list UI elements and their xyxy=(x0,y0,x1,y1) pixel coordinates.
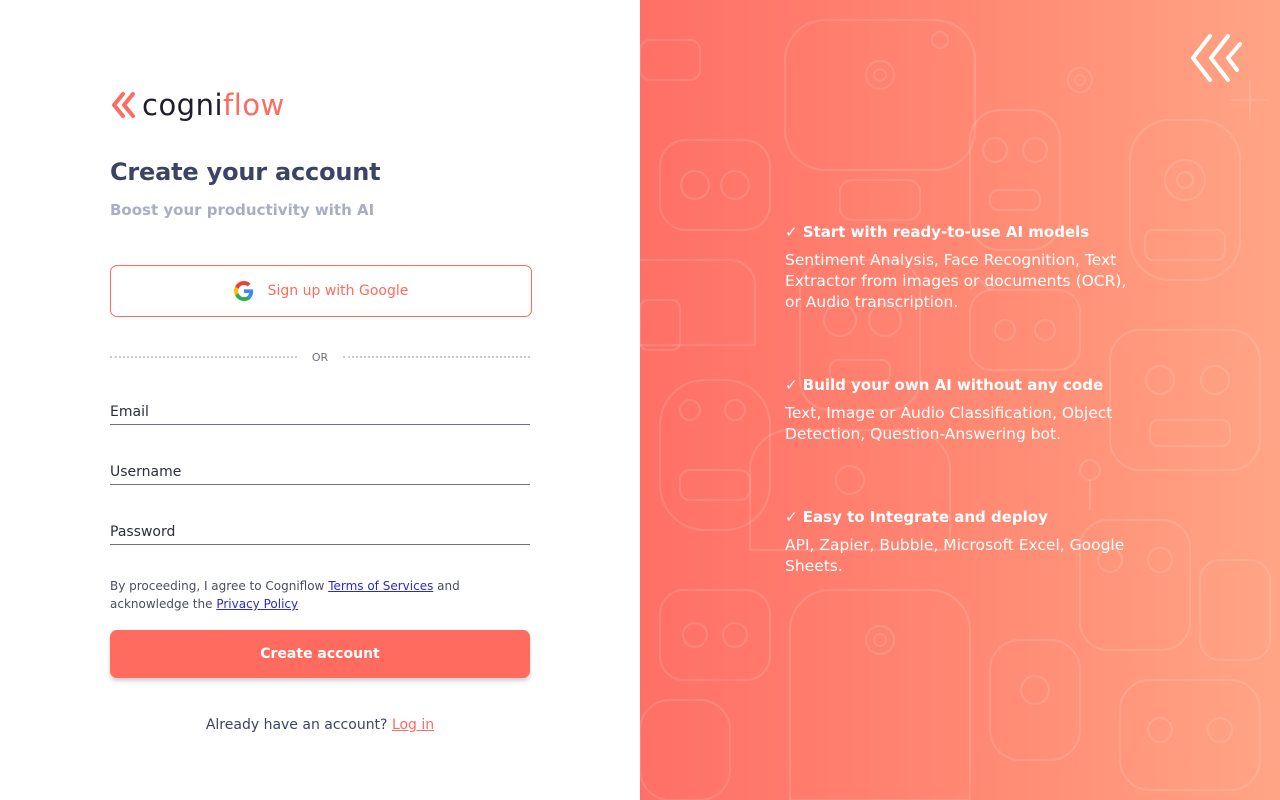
logo-text-part2: flow xyxy=(223,88,285,122)
google-icon xyxy=(233,281,253,301)
divider-line-right xyxy=(343,356,530,358)
username-field[interactable] xyxy=(110,459,530,484)
email-field-wrapper xyxy=(110,399,530,425)
feature-title: ✓ Build your own AI without any code xyxy=(785,376,1104,394)
create-account-button[interactable]: Create account xyxy=(110,630,530,678)
email-field[interactable] xyxy=(110,399,530,424)
cogniflow-outline-icon xyxy=(1191,34,1242,82)
terms-text: By proceeding, I agree to Cogniflow Term… xyxy=(110,577,510,613)
privacy-policy-link[interactable]: Privacy Policy xyxy=(216,597,298,611)
page-subtitle: Boost your productivity with AI xyxy=(110,201,375,219)
page-title: Create your account xyxy=(110,158,381,186)
feature-description: Sentiment Analysis, Face Recognition, Te… xyxy=(785,251,1127,311)
cogniflow-logo[interactable]: cogniflow xyxy=(110,88,285,122)
feature-build-ai: ✓ Build your own AI without any code Tex… xyxy=(785,375,1135,445)
login-prompt-text: Already have an account? xyxy=(205,717,392,733)
password-field-wrapper xyxy=(110,519,530,545)
logo-text-part1: cogni xyxy=(142,88,224,122)
terms-of-service-link[interactable]: Terms of Services xyxy=(328,579,433,593)
google-signup-button[interactable]: Sign up with Google xyxy=(110,265,532,317)
or-divider: OR xyxy=(110,348,530,366)
cogniflow-chevron-icon xyxy=(112,92,135,118)
feature-ready-models: ✓ Start with ready-to-use AI models Sent… xyxy=(785,222,1135,313)
signup-panel: cogniflow Create your account Boost your… xyxy=(0,0,640,800)
feature-description: API, Zapier, Bubble, Microsoft Excel, Go… xyxy=(785,536,1125,575)
divider-text: OR xyxy=(311,350,329,364)
login-prompt: Already have an account? Log in xyxy=(110,717,530,733)
logo-wordmark: cogniflow xyxy=(142,88,285,122)
username-field-wrapper xyxy=(110,459,530,485)
divider-line-left xyxy=(110,356,297,358)
feature-title: ✓ Easy to Integrate and deploy xyxy=(785,508,1048,526)
password-field[interactable] xyxy=(110,519,530,544)
terms-prefix: By proceeding, I agree to Cogniflow xyxy=(110,579,329,593)
feature-integrate: ✓ Easy to Integrate and deploy API, Zapi… xyxy=(785,507,1135,577)
login-link[interactable]: Log in xyxy=(392,717,434,733)
google-button-label: Sign up with Google xyxy=(267,283,409,299)
feature-description: Text, Image or Audio Classification, Obj… xyxy=(785,404,1113,443)
marketing-panel: ✓ Start with ready-to-use AI models Sent… xyxy=(640,0,1280,800)
feature-title: ✓ Start with ready-to-use AI models xyxy=(785,223,1090,241)
